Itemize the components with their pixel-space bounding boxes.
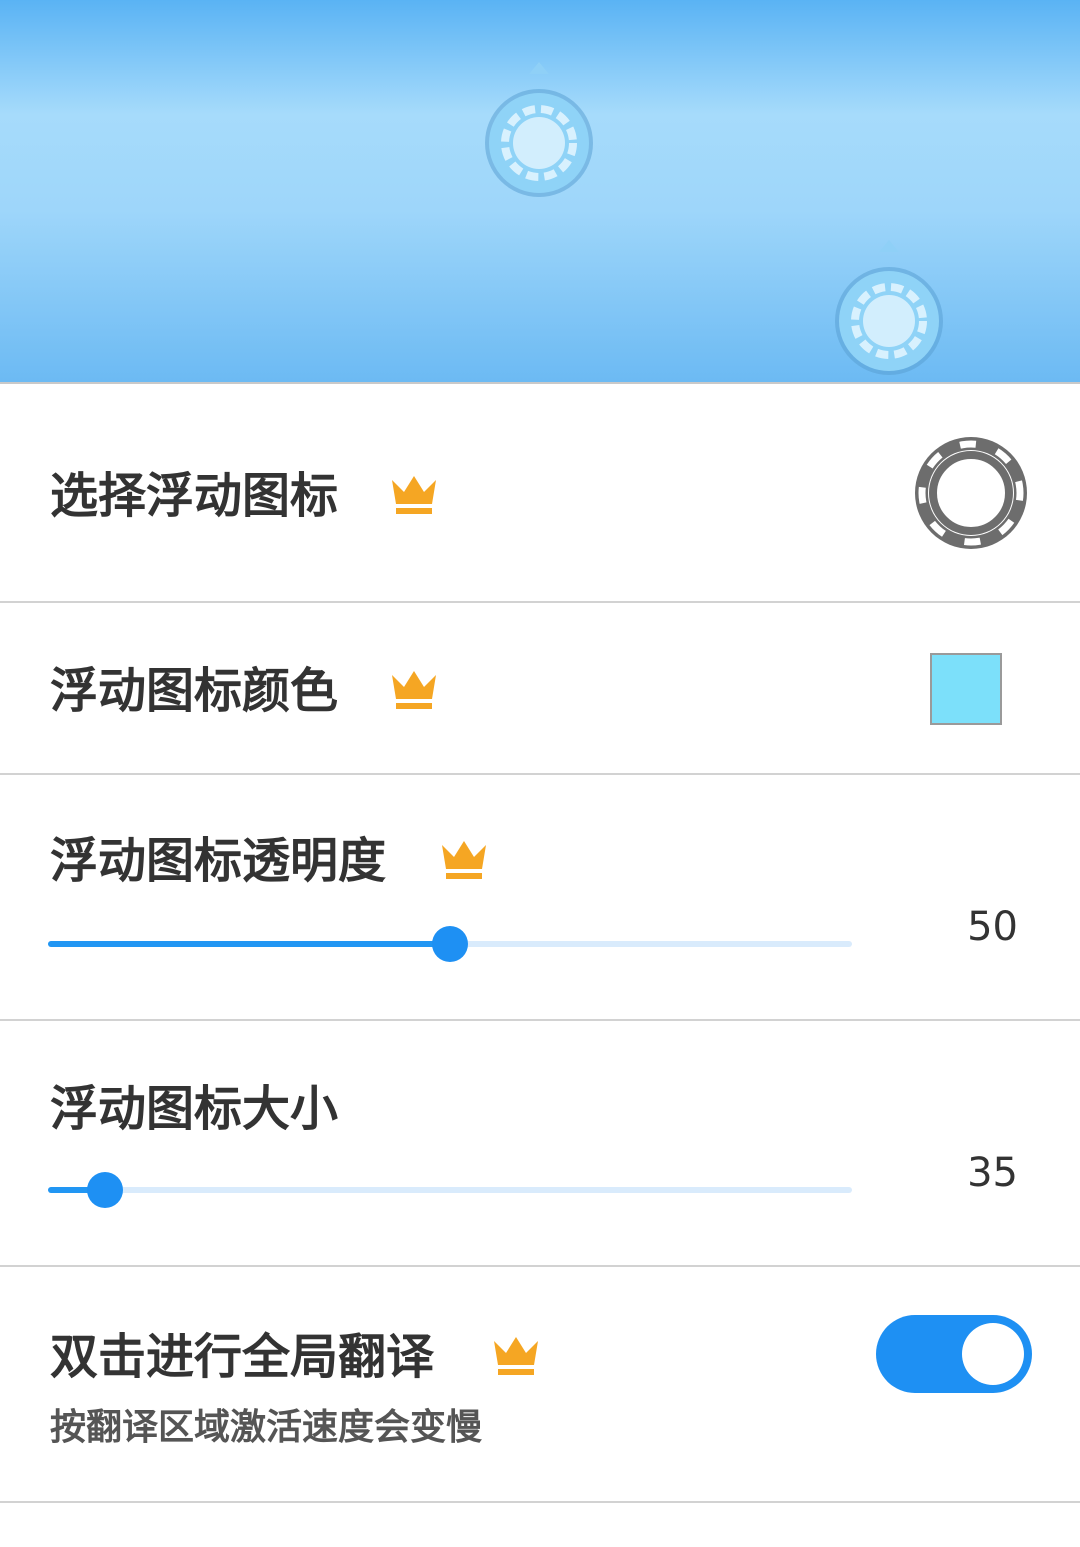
setting-choose-icon[interactable]: 选择浮动图标 — [0, 384, 1080, 603]
setting-icon-color[interactable]: 浮动图标颜色 — [0, 603, 1080, 775]
opacity-value: 50 — [967, 904, 1018, 950]
setting-icon-opacity: 浮动图标透明度 50 — [0, 775, 1080, 1021]
setting-label: 浮动图标透明度 — [50, 833, 387, 889]
life-ring-icon[interactable] — [482, 58, 596, 200]
crown-icon — [492, 1333, 540, 1377]
setting-double-tap-translate[interactable]: 双击进行全局翻译 按翻译区域激活速度会变慢 — [0, 1267, 1080, 1503]
translate-toggle[interactable] — [876, 1315, 1032, 1393]
preview-banner — [0, 0, 1080, 384]
setting-description: 按翻译区域激活速度会变慢 — [50, 1407, 483, 1448]
color-swatch[interactable] — [930, 653, 1002, 725]
opacity-slider[interactable] — [48, 924, 852, 964]
crown-icon — [440, 837, 488, 881]
setting-label: 选择浮动图标 — [50, 468, 339, 524]
setting-label: 双击进行全局翻译 — [50, 1329, 435, 1385]
toggle-knob — [962, 1323, 1024, 1385]
life-ring-icon[interactable] — [832, 236, 946, 378]
crown-icon — [390, 472, 438, 516]
slider-thumb[interactable] — [432, 926, 468, 962]
size-slider[interactable] — [48, 1170, 852, 1210]
size-value: 35 — [967, 1150, 1018, 1196]
slider-fill — [48, 941, 450, 947]
crown-icon — [390, 667, 438, 711]
slider-thumb[interactable] — [87, 1172, 123, 1208]
slider-track — [48, 1187, 852, 1193]
setting-icon-size: 浮动图标大小 35 — [0, 1021, 1080, 1267]
setting-label: 浮动图标大小 — [50, 1081, 339, 1137]
life-ring-icon[interactable] — [910, 432, 1032, 554]
setting-label: 浮动图标颜色 — [50, 663, 339, 719]
